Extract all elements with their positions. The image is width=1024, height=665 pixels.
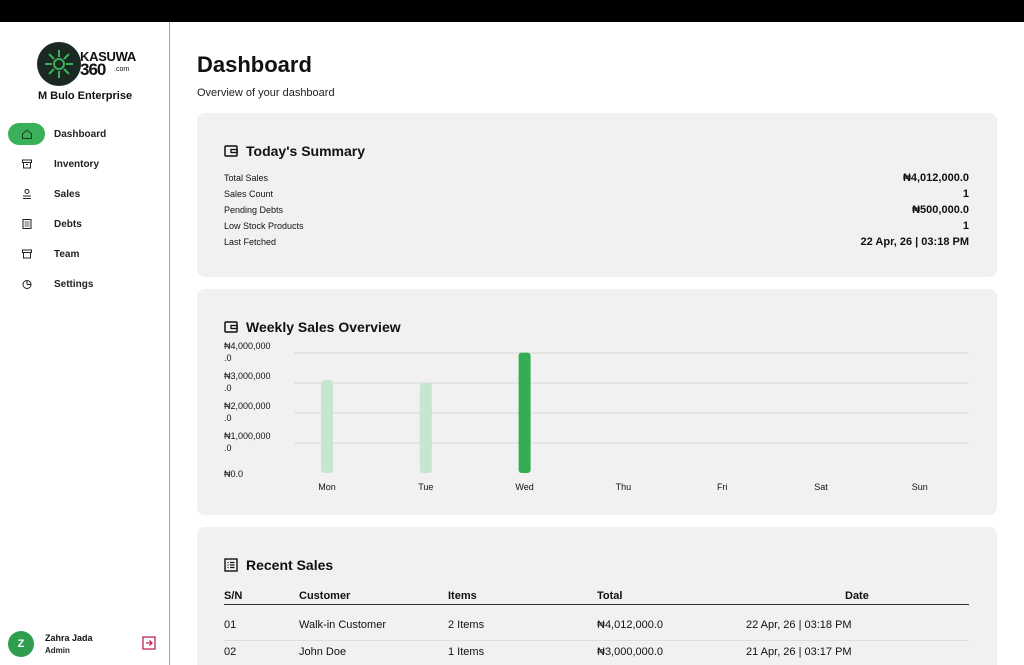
summary-value: ₦4,012,000.0: [902, 172, 969, 184]
sidebar-item-label: Sales: [54, 188, 81, 200]
table-header: S/N Customer Items Total Date: [224, 585, 969, 605]
logo-suffix: .com: [114, 66, 130, 73]
page-subtitle: Overview of your dashboard: [197, 87, 335, 99]
logout-icon[interactable]: [142, 636, 156, 650]
logo-emblem: [37, 42, 81, 86]
summary-label: Total Sales: [224, 173, 269, 183]
y-tick-label-line2: .0: [224, 353, 232, 363]
x-tick-label: Mon: [318, 482, 336, 492]
x-tick-label: Tue: [418, 482, 433, 492]
main-content: Dashboard Overview of your dashboard Tod…: [170, 22, 1024, 665]
y-tick-label: ₦4,000,000: [224, 341, 271, 351]
recent-title: Recent Sales: [224, 557, 333, 573]
summary-row-sales-count: Sales Count 1: [224, 186, 969, 202]
bar-mon: [321, 380, 333, 473]
sidebar-item-label: Inventory: [54, 158, 100, 170]
y-tick-label-line2: .0: [224, 383, 232, 393]
y-tick-label: ₦1,000,000: [224, 431, 271, 441]
x-tick-label: Wed: [515, 482, 533, 492]
summary-title: Today's Summary: [224, 143, 365, 159]
sidebar-item-team[interactable]: Team: [0, 239, 170, 269]
sidebar-item-label: Settings: [54, 278, 94, 290]
weekly-sales-card: Weekly Sales Overview ₦4,000,000.0 ₦3,000…: [197, 289, 997, 515]
x-tick-label: Fri: [717, 482, 728, 492]
summary-value: 1: [962, 220, 969, 232]
column-header-total: Total: [597, 590, 623, 602]
cell-total: ₦4,012,000.0: [597, 619, 664, 631]
y-tick-label-line2: .0: [224, 413, 232, 423]
column-header-customer: Customer: [299, 590, 351, 602]
y-tick-label-line2: .0: [224, 443, 232, 453]
recent-title-text: Recent Sales: [246, 557, 334, 573]
wallet-icon: [224, 145, 238, 157]
sidebar-item-label: Debts: [54, 218, 82, 230]
team-icon: [8, 243, 45, 265]
summary-value: ₦500,000.0: [912, 204, 969, 216]
summary-row-low-stock: Low Stock Products 1: [224, 218, 969, 234]
x-tick-label: Sun: [912, 482, 928, 492]
ledger-icon: [8, 213, 45, 235]
list-icon: [224, 558, 238, 572]
home-icon: [8, 123, 45, 145]
summary-row-total-sales: Total Sales ₦4,012,000.0: [224, 170, 969, 186]
summary-label: Sales Count: [224, 189, 274, 199]
summary-card: Today's Summary Total Sales ₦4,012,000.0…: [197, 113, 997, 277]
cell-customer: John Doe: [299, 646, 347, 658]
sidebar-item-debts[interactable]: Debts: [0, 209, 170, 239]
window-top-bar: [0, 0, 1024, 22]
cell-total: ₦3,000,000.0: [597, 646, 664, 658]
sidebar-item-label: Dashboard: [54, 128, 107, 140]
leaf-emblem-icon: [45, 50, 73, 78]
recent-sales-card: Recent Sales S/N Customer Items Total Da…: [197, 527, 997, 665]
summary-title-text: Today's Summary: [246, 143, 365, 159]
table-row[interactable]: 02 John Doe 1 Items ₦3,000,000.0 21 Apr,…: [224, 641, 969, 665]
cell-items: 2 Items: [448, 619, 485, 631]
business-name: M Bulo Enterprise: [37, 90, 133, 102]
kasuwa-logo[interactable]: KASUWA 360 .com: [37, 42, 137, 86]
archive-icon: [8, 153, 45, 175]
pie-icon: [8, 273, 45, 295]
cell-sn: 01: [224, 619, 237, 631]
weekly-sales-chart: ₦4,000,000 .0 ₦3,000,000 .0 ₦2,000,000 .0 ₦1,0…: [224, 341, 969, 492]
x-tick-label: Sat: [814, 482, 828, 492]
summary-label: Low Stock Products: [224, 221, 304, 231]
sidebar-item-inventory[interactable]: Inventory: [0, 149, 170, 179]
sidebar-item-dashboard[interactable]: Dashboard: [0, 119, 170, 149]
bar-tue: [419, 383, 432, 473]
y-tick-label: ₦2,000,000: [224, 401, 271, 411]
summary-row-last-fetched: Last Fetched 22 Apr, 26 | 03:18 PM: [224, 234, 969, 250]
column-header-date: Date: [845, 590, 869, 602]
sidebar: KASUWA 360 .com M Bulo Enterprise Dashbo…: [0, 22, 170, 665]
y-tick-label: ₦3,000,000: [224, 371, 271, 381]
user-profile: Z Zahra Jada Admin: [0, 630, 170, 660]
summary-label: Last Fetched: [224, 237, 277, 247]
user-name: Zahra Jada: [45, 633, 93, 643]
logo-number: 360: [80, 60, 106, 79]
y-tick-label: ₦0.0: [224, 469, 243, 479]
sidebar-nav: Dashboard Inventory Sales Debts Team Set…: [0, 119, 170, 299]
summary-row-pending-debts: Pending Debts ₦500,000.0: [224, 202, 969, 218]
page-title: Dashboard: [197, 52, 312, 77]
sidebar-item-label: Team: [54, 248, 80, 260]
cell-sn: 02: [224, 646, 237, 658]
summary-value: 1: [962, 188, 969, 200]
sales-icon: [8, 183, 45, 205]
x-tick-label: Thu: [616, 482, 632, 492]
column-header-items: Items: [448, 590, 477, 602]
avatar[interactable]: Z: [8, 631, 34, 657]
sidebar-item-sales[interactable]: Sales: [0, 179, 170, 209]
user-role: Admin: [45, 646, 70, 655]
cell-items: 1 Items: [448, 646, 485, 658]
sidebar-item-settings[interactable]: Settings: [0, 269, 170, 299]
summary-label: Pending Debts: [224, 205, 284, 215]
cell-date: 22 Apr, 26 | 03:18 PM: [746, 619, 852, 631]
table-row[interactable]: 01 Walk-in Customer 2 Items ₦4,012,000.0…: [224, 614, 969, 641]
cell-customer: Walk-in Customer: [299, 619, 386, 631]
summary-value: 22 Apr, 26 | 03:18 PM: [860, 236, 969, 248]
cell-date: 21 Apr, 26 | 03:17 PM: [746, 646, 852, 658]
column-header-sn: S/N: [224, 590, 243, 602]
bar-wed: [518, 352, 531, 473]
